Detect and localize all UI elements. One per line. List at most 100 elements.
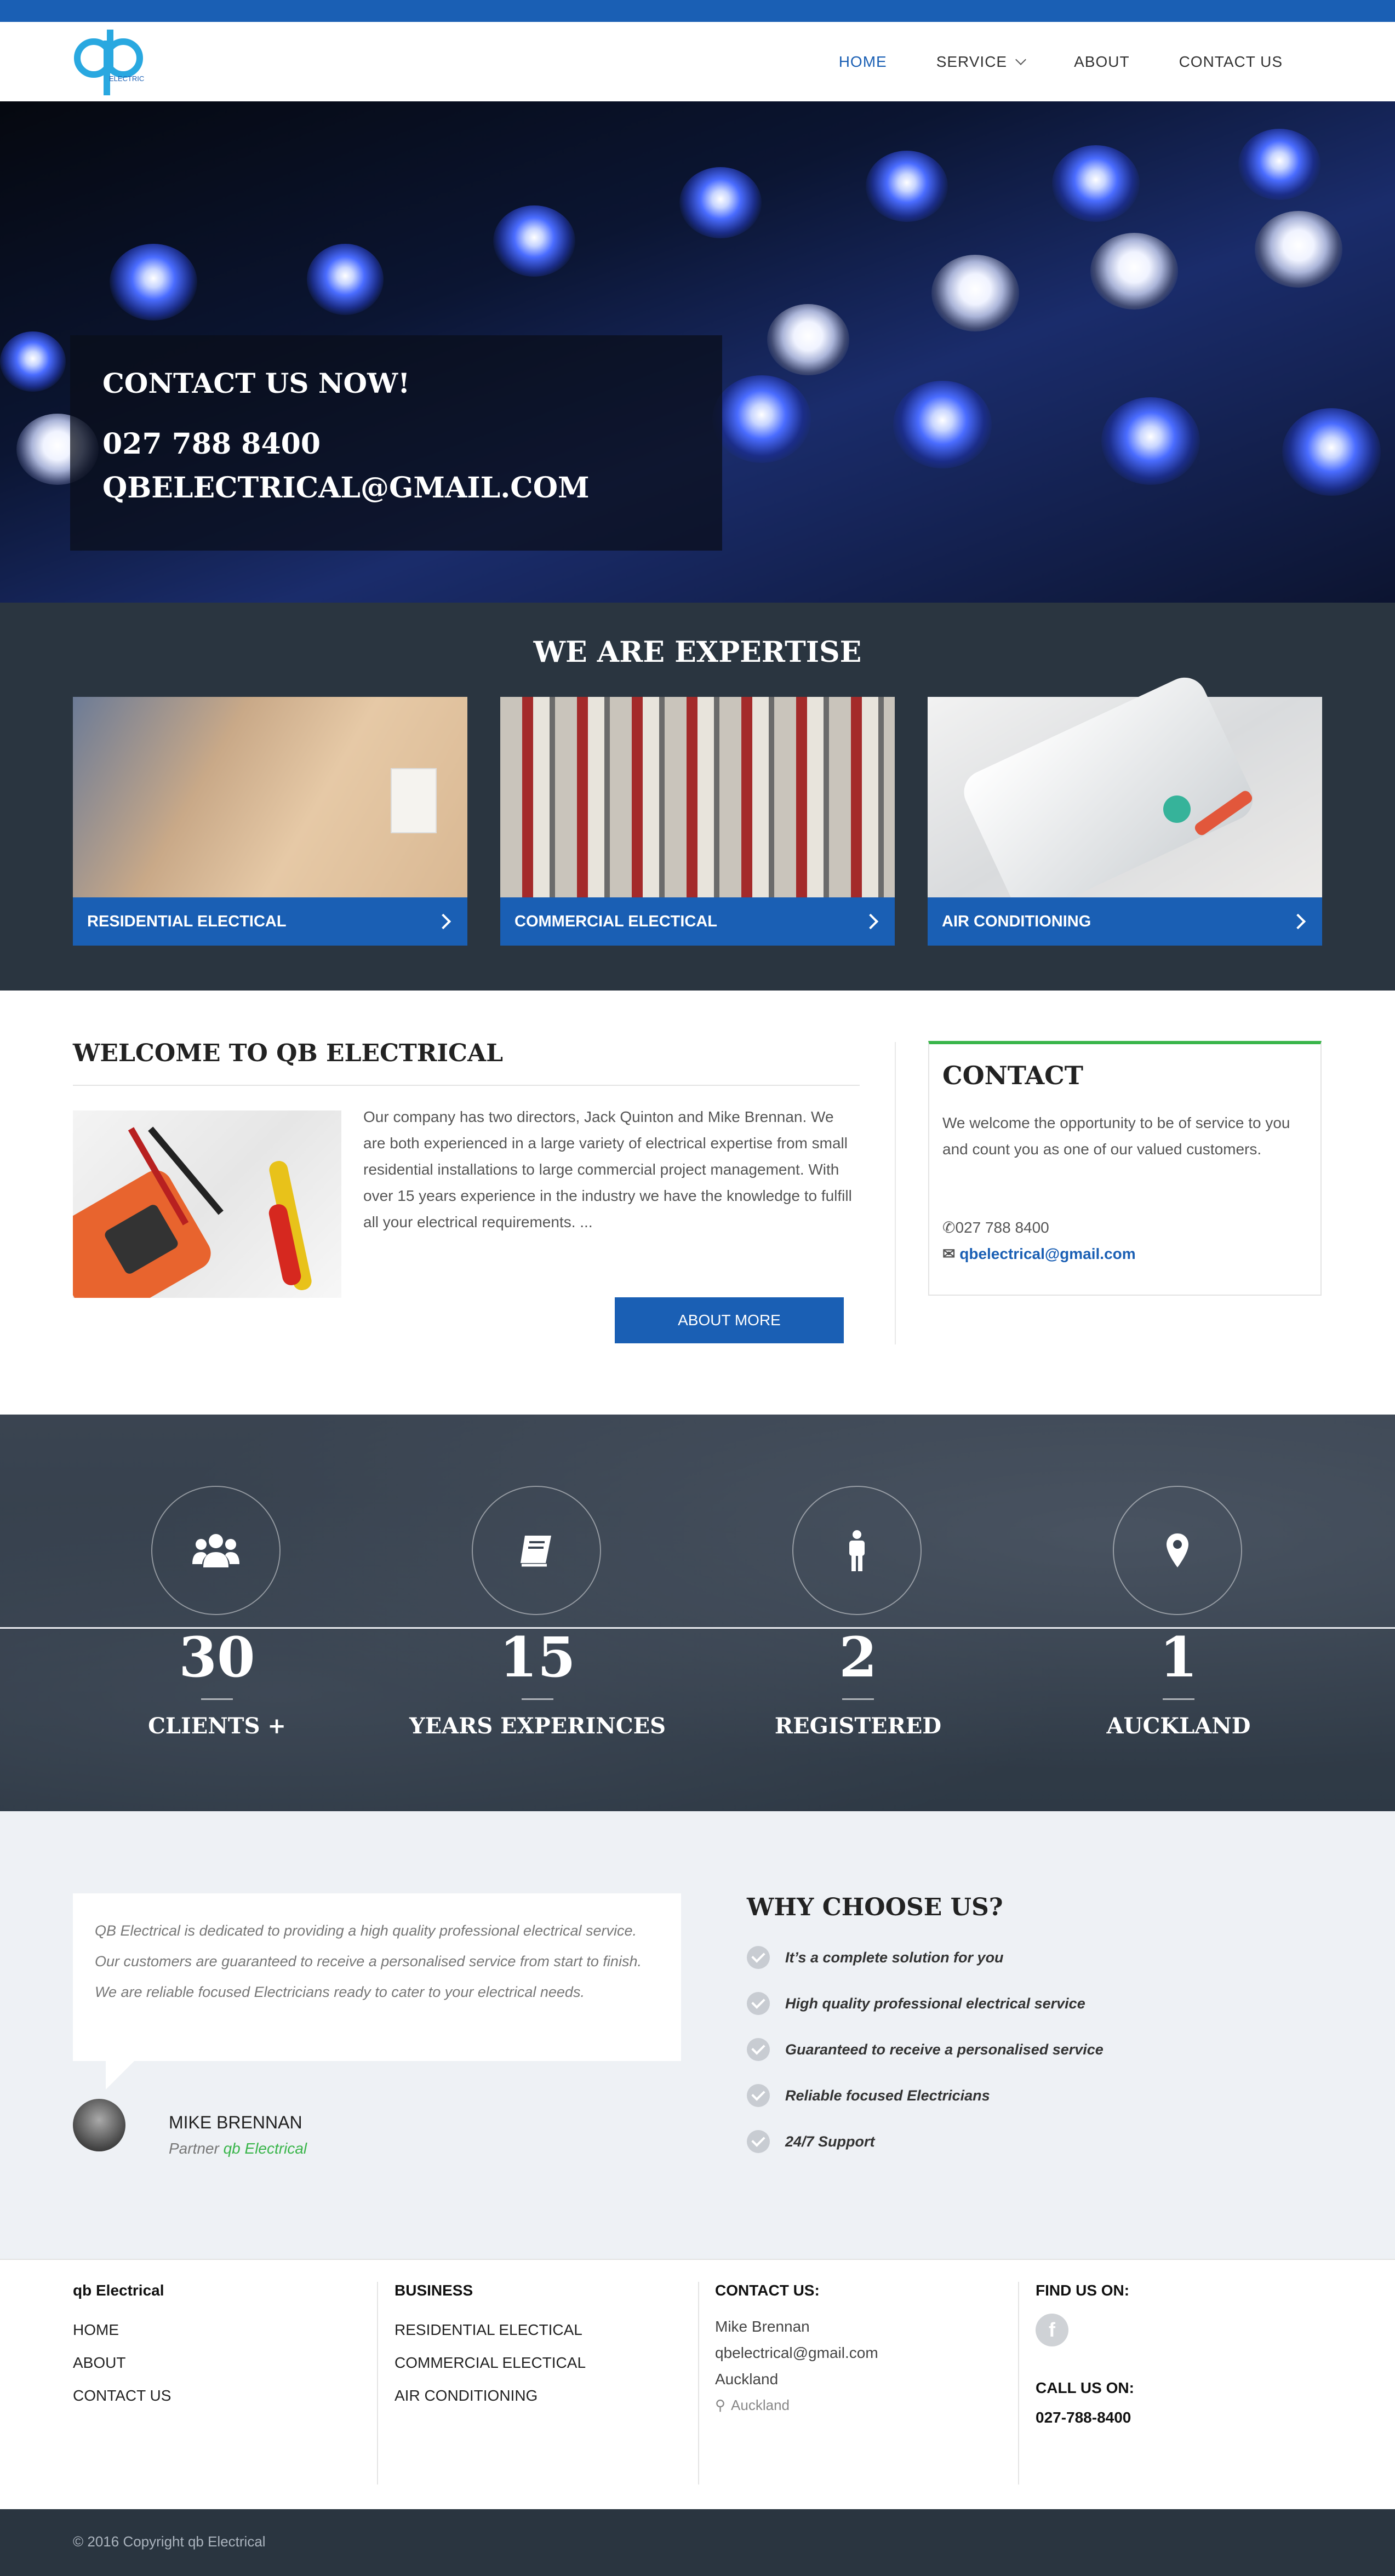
stat-auckland-value: 1	[1159, 1625, 1198, 1690]
about-more-button[interactable]: ABOUT MORE	[615, 1297, 844, 1343]
stat-clients-value: 30	[179, 1625, 255, 1690]
hero-heading: CONTACT US NOW!	[102, 367, 410, 399]
card-residential-label: RESIDENTIAL ELECTICAL	[87, 912, 287, 930]
nav-service-label: SERVICE	[936, 53, 1008, 70]
stat-dash	[842, 1698, 874, 1700]
why-item-label: 24/7 Support	[785, 2133, 875, 2150]
welcome-text: Our company has two directors, Jack Quin…	[363, 1108, 852, 1230]
nav-service[interactable]: SERVICE	[912, 53, 1049, 71]
footer-call-title: CALL US ON:	[1036, 2379, 1134, 2396]
footer-phone[interactable]: 027-788-8400	[1036, 2409, 1134, 2426]
footer-link-home[interactable]: HOME	[73, 2314, 171, 2346]
logo[interactable]: ELECTRICAL	[73, 24, 153, 98]
footer-business-title: BUSINESS	[395, 2282, 473, 2299]
why-item-label: Reliable focused Electricians	[785, 2087, 990, 2104]
testimonial-company[interactable]: qb Electrical	[224, 2140, 307, 2157]
testimonial-why-section: QB Electrical is dedicated to providing …	[0, 1811, 1395, 2259]
welcome-separator	[895, 1042, 896, 1344]
chevron-right-icon	[1290, 913, 1306, 930]
hero-banner: CONTACT US NOW! 027 788 8400 QBELECTRICA…	[0, 101, 1395, 603]
why-item: It’s a complete solution for you	[747, 1946, 1004, 1969]
card-commercial[interactable]: COMMERCIAL ELECTICAL	[500, 697, 895, 946]
expertise-title: WE ARE EXPERTISE	[533, 636, 862, 669]
card-commercial-label: COMMERCIAL ELECTICAL	[514, 912, 718, 930]
contact-phone[interactable]: ✆027 788 8400	[942, 1218, 1049, 1237]
why-item: Guaranteed to receive a personalised ser…	[747, 2038, 1104, 2061]
stat-dash	[522, 1698, 553, 1700]
card-air-conditioning-label: AIR CONDITIONING	[942, 912, 1091, 930]
copyright-text: © 2016 Copyright qb Electrical	[73, 2533, 266, 2550]
check-circle-icon	[747, 2038, 770, 2061]
card-air-conditioning[interactable]: AIR CONDITIONING	[928, 670, 1322, 946]
footer-contact-email[interactable]: qbelectrical@gmail.com	[715, 2340, 878, 2366]
check-circle-icon	[747, 1992, 770, 2015]
why-item-label: Guaranteed to receive a personalised ser…	[785, 2041, 1104, 2058]
logo-text: ELECTRICAL	[109, 75, 144, 83]
users-icon	[151, 1486, 281, 1615]
air-conditioning-image	[928, 670, 1322, 921]
nav-about[interactable]: ABOUT	[1049, 53, 1154, 71]
map-marker-icon	[1113, 1486, 1242, 1615]
testimonial-name: MIKE BRENNAN	[169, 2113, 302, 2132]
top-accent-bar	[0, 0, 1395, 22]
footer-link-about[interactable]: ABOUT	[73, 2346, 171, 2379]
why-item-label: It’s a complete solution for you	[785, 1949, 1004, 1966]
stat-registered-label: REGISTERED	[774, 1713, 942, 1739]
stat-years-label: YEARS EXPERINCES	[409, 1713, 666, 1739]
footer-link-residential[interactable]: RESIDENTIAL ELECTICAL	[395, 2314, 586, 2346]
why-item: High quality professional electrical ser…	[747, 1992, 1085, 2015]
footer-divider	[698, 2282, 699, 2485]
contact-email[interactable]: ✉ qbelectrical@gmail.com	[942, 1245, 1136, 1263]
contact-widget: CONTACT We welcome the opportunity to be…	[928, 1041, 1322, 1296]
testimonial-quote: QB Electrical is dedicated to providing …	[73, 1893, 681, 2090]
footer-location[interactable]: ⚲ Auckland	[715, 2397, 878, 2414]
chevron-right-icon	[435, 913, 451, 930]
stat-dash	[1163, 1698, 1194, 1700]
contact-title: CONTACT	[942, 1061, 1083, 1090]
site-header: ELECTRICAL HOME SERVICE ABOUT CONTACT US	[0, 22, 1395, 101]
hero-contact-box: CONTACT US NOW! 027 788 8400 QBELECTRICA…	[70, 335, 722, 551]
person-icon	[792, 1486, 922, 1615]
commercial-image	[500, 697, 895, 897]
contact-phone-value: 027 788 8400	[955, 1219, 1049, 1236]
footer-divider	[1018, 2282, 1019, 2485]
footer-col-business: BUSINESS RESIDENTIAL ELECTICAL COMMERCIA…	[395, 2282, 586, 2412]
stat-years-value: 15	[499, 1625, 576, 1690]
welcome-tools-image	[73, 1110, 341, 1298]
contact-email-value: qbelectrical@gmail.com	[959, 1245, 1136, 1262]
facebook-icon[interactable]: f	[1036, 2314, 1068, 2346]
footer-col-brand: qb Electrical HOME ABOUT CONTACT US	[73, 2282, 171, 2412]
check-circle-icon	[747, 1946, 770, 1969]
footer-divider	[377, 2282, 378, 2485]
expertise-section: WE ARE EXPERTISE RESIDENTIAL ELECTICAL C…	[0, 603, 1395, 991]
hero-phone[interactable]: 027 788 8400	[102, 427, 321, 461]
footer-location-label: Auckland	[731, 2397, 790, 2413]
hero-email[interactable]: QBELECTRICAL@GMAIL.COM	[102, 471, 590, 505]
avatar	[73, 2099, 125, 2151]
phone-icon: ✆	[942, 1219, 956, 1236]
why-title: WHY CHOOSE US?	[747, 1893, 1003, 1921]
nav-contact[interactable]: CONTACT US	[1154, 53, 1307, 71]
residential-image	[73, 697, 467, 897]
main-nav: HOME SERVICE ABOUT CONTACT US	[814, 22, 1307, 101]
footer-col-social: FIND US ON: f CALL US ON: 027-788-8400	[1036, 2282, 1134, 2441]
card-residential[interactable]: RESIDENTIAL ELECTICAL	[73, 697, 467, 946]
site-footer: qb Electrical HOME ABOUT CONTACT US BUSI…	[0, 2259, 1395, 2510]
testimonial-role: Partner qb Electrical	[169, 2140, 307, 2157]
check-circle-icon	[747, 2084, 770, 2107]
book-icon	[472, 1486, 601, 1615]
footer-link-contact[interactable]: CONTACT US	[73, 2379, 171, 2412]
footer-contact-name: Mike Brennan	[715, 2318, 810, 2335]
chevron-down-icon	[1015, 54, 1027, 65]
map-marker-icon: ⚲	[715, 2397, 726, 2413]
envelope-icon: ✉	[942, 1245, 960, 1262]
copyright-bar: © 2016 Copyright qb Electrical	[0, 2509, 1395, 2576]
nav-home[interactable]: HOME	[814, 53, 912, 71]
footer-col-contact: CONTACT US: Mike Brennan qbelectrical@gm…	[715, 2282, 878, 2414]
stat-registered-value: 2	[839, 1625, 877, 1690]
chevron-right-icon	[862, 913, 879, 930]
testimonial-role-label: Partner	[169, 2140, 219, 2157]
footer-link-commercial[interactable]: COMMERCIAL ELECTICAL	[395, 2346, 586, 2379]
footer-link-air[interactable]: AIR CONDITIONING	[395, 2379, 586, 2412]
footer-contact-title: CONTACT US:	[715, 2282, 820, 2299]
